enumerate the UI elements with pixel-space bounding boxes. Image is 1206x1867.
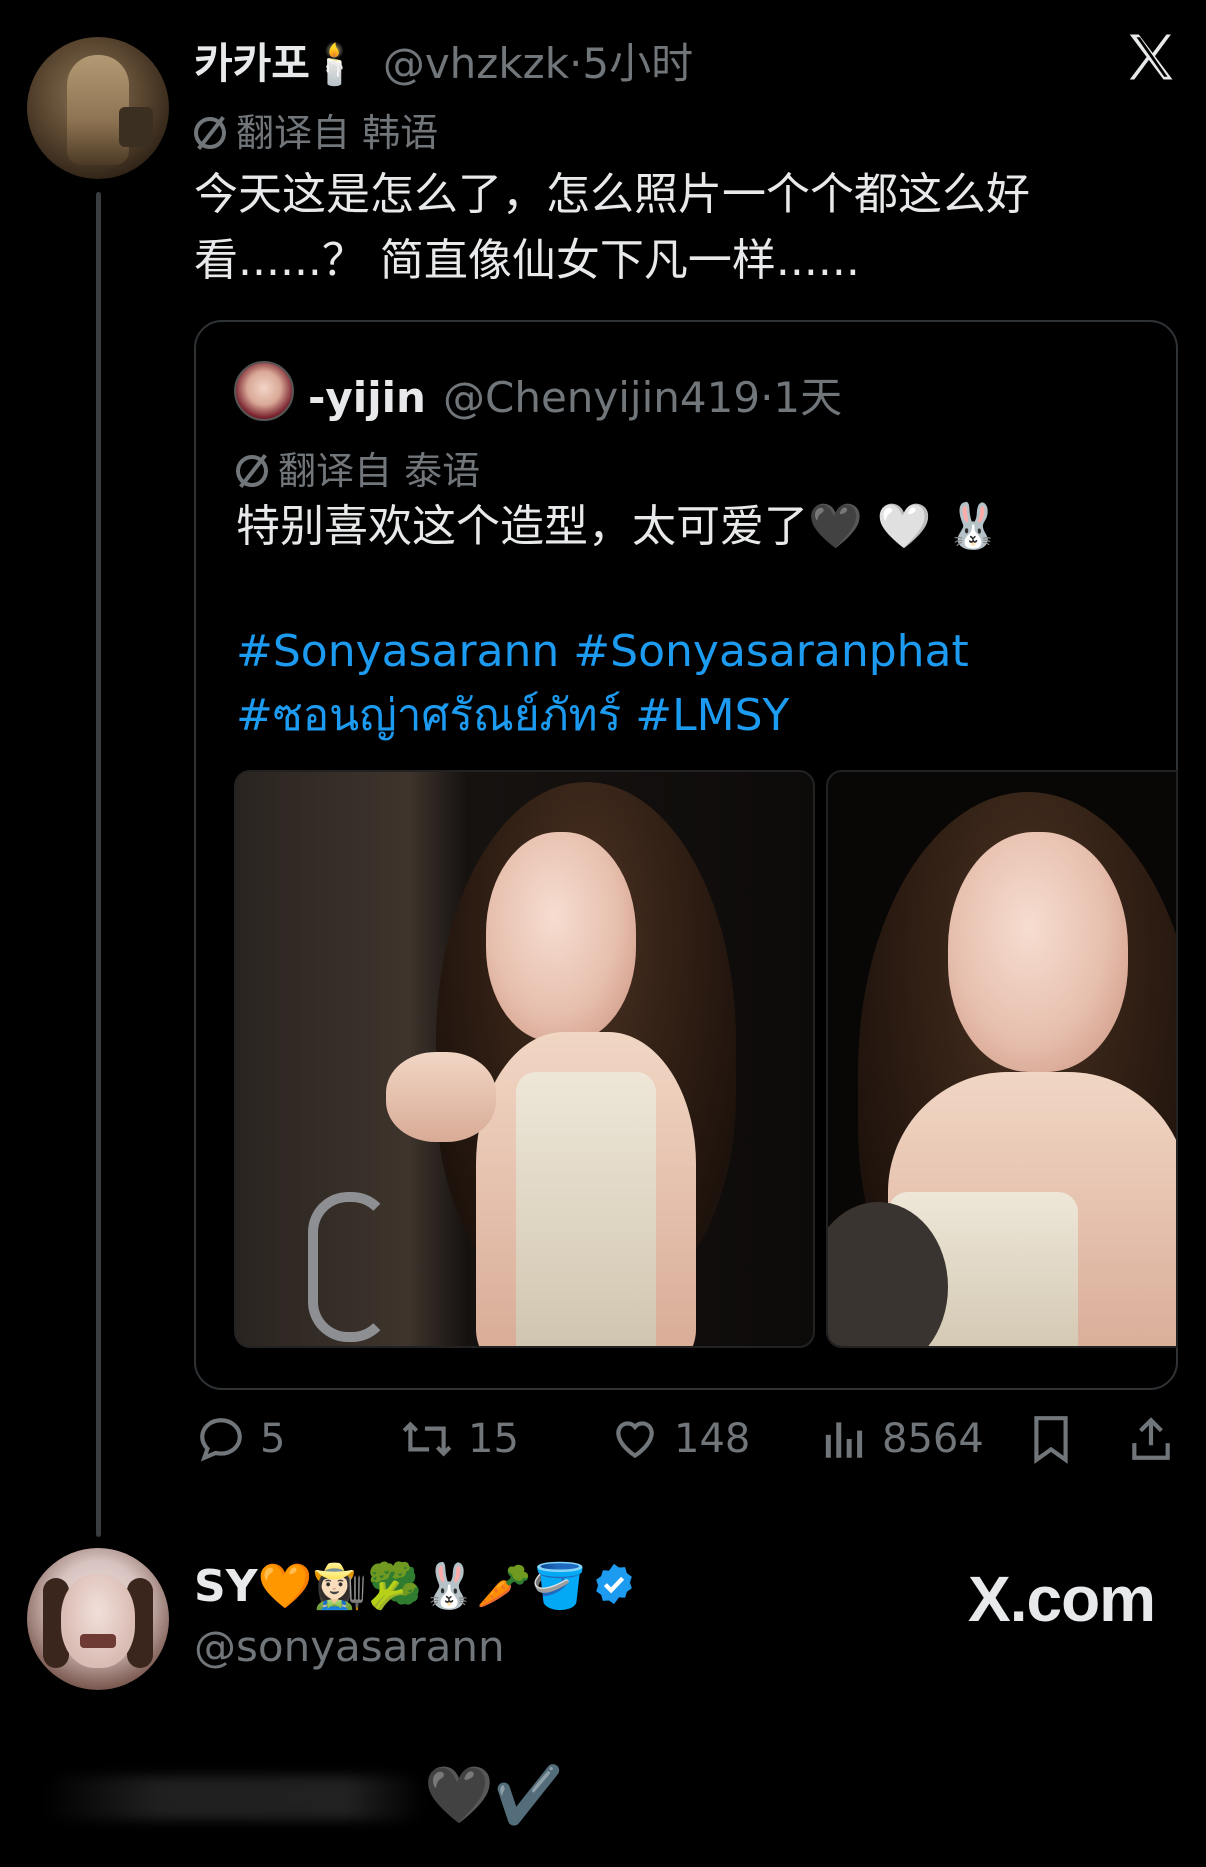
face bbox=[486, 832, 636, 1042]
reply-header: SY🧡👩🏻‍🌾🥦🐰🥕🪣 bbox=[194, 1560, 637, 1612]
translate-icon bbox=[236, 455, 268, 487]
views-button[interactable]: 8564 bbox=[822, 1414, 984, 1464]
door-handle bbox=[308, 1192, 392, 1342]
x-logo-icon[interactable] bbox=[1122, 30, 1178, 84]
reply-author-handle[interactable]: @sonyasarann bbox=[194, 1622, 505, 1671]
dress bbox=[516, 1072, 656, 1346]
reply-author-avatar[interactable] bbox=[27, 1548, 169, 1690]
quoted-tweet-time[interactable]: 1天 bbox=[773, 373, 842, 422]
media-photo[interactable] bbox=[826, 770, 1178, 1348]
bookmark-icon bbox=[1034, 1416, 1068, 1464]
translation-notice[interactable]: 翻译自 韩语 bbox=[194, 102, 438, 157]
quoted-translation-notice[interactable]: 翻译自 泰语 bbox=[236, 440, 480, 495]
repost-button[interactable]: 15 bbox=[400, 1414, 519, 1464]
separator-dot: · bbox=[569, 39, 583, 88]
separator-dot: · bbox=[760, 373, 774, 422]
hashtag-link[interactable]: #ซอนญ่าศรัณย์ภัทร์ #LMSY bbox=[236, 684, 969, 748]
author-avatar[interactable] bbox=[27, 37, 169, 179]
repost-count: 15 bbox=[468, 1416, 519, 1462]
hashtag-link[interactable]: #Sonyasarann #Sonyasaranphat bbox=[236, 620, 969, 684]
share-icon bbox=[1132, 1417, 1170, 1460]
author-name[interactable]: 카카포 bbox=[194, 39, 310, 88]
quoted-tweet-header: -yijin @Chenyijin419·1天 bbox=[308, 364, 842, 425]
quoted-tweet-text: 特别喜欢这个造型，太可爱了🖤 🤍 🐰 bbox=[236, 501, 1001, 552]
tweet-time[interactable]: 5小时 bbox=[582, 39, 693, 88]
views-count: 8564 bbox=[882, 1416, 984, 1462]
reply-icon bbox=[200, 1418, 242, 1462]
tweet-text-line: 今天这是怎么了，怎么照片一个个都这么好 bbox=[194, 169, 1030, 220]
face bbox=[948, 832, 1128, 1072]
avatar-prop bbox=[119, 107, 153, 147]
translate-icon bbox=[194, 117, 226, 149]
author-emoji: 🕯️ bbox=[309, 42, 360, 88]
quoted-author-handle[interactable]: @Chenyijin419 bbox=[443, 373, 760, 422]
avatar-mouth bbox=[80, 1634, 116, 1648]
tweet-action-bar: 5 15 148 8564 bbox=[0, 1414, 1206, 1474]
bookmark-button[interactable] bbox=[1028, 1414, 1088, 1464]
views-icon bbox=[825, 1422, 863, 1458]
quoted-author-name[interactable]: -yijin bbox=[308, 373, 426, 422]
thread-connector-line bbox=[96, 192, 101, 1537]
translation-label: 翻译自 泰语 bbox=[278, 449, 481, 493]
blurred-reply-text bbox=[44, 1776, 424, 1820]
reply-button[interactable]: 5 bbox=[196, 1414, 285, 1464]
tweet-text-line: 看......？ 简直像仙女下凡一样...... bbox=[194, 235, 860, 286]
like-icon bbox=[616, 1421, 654, 1459]
reply-author-name[interactable]: SY🧡👩🏻‍🌾🥦🐰🥕🪣 bbox=[194, 1561, 586, 1612]
translation-label: 翻译自 韩语 bbox=[236, 111, 439, 155]
quoted-author-avatar[interactable] bbox=[234, 361, 294, 421]
tweet-text: 今天这是怎么了，怎么照片一个个都这么好 看......？ 简直像仙女下凡一样..… bbox=[194, 162, 1174, 294]
watermark: X.com bbox=[968, 1563, 1156, 1635]
share-button[interactable] bbox=[1126, 1414, 1190, 1464]
quoted-hashtags: #Sonyasarann #Sonyasaranphat #ซอนญ่าศรัณ… bbox=[236, 620, 969, 748]
hand bbox=[386, 1052, 496, 1142]
media-photo[interactable] bbox=[234, 770, 815, 1348]
verified-badge-icon[interactable] bbox=[591, 1561, 637, 1607]
tweet-header: 카카포🕯️ @vhzkzk·5小时 bbox=[194, 30, 693, 91]
author-handle[interactable]: @vhzkzk bbox=[383, 39, 569, 88]
reply-count: 5 bbox=[260, 1416, 286, 1462]
like-button[interactable]: 148 bbox=[610, 1414, 750, 1464]
avatar-face bbox=[61, 1574, 135, 1668]
repost-icon bbox=[402, 1421, 452, 1457]
reply-text-tail: 🖤✔️ bbox=[424, 1763, 564, 1828]
like-count: 148 bbox=[674, 1416, 751, 1462]
